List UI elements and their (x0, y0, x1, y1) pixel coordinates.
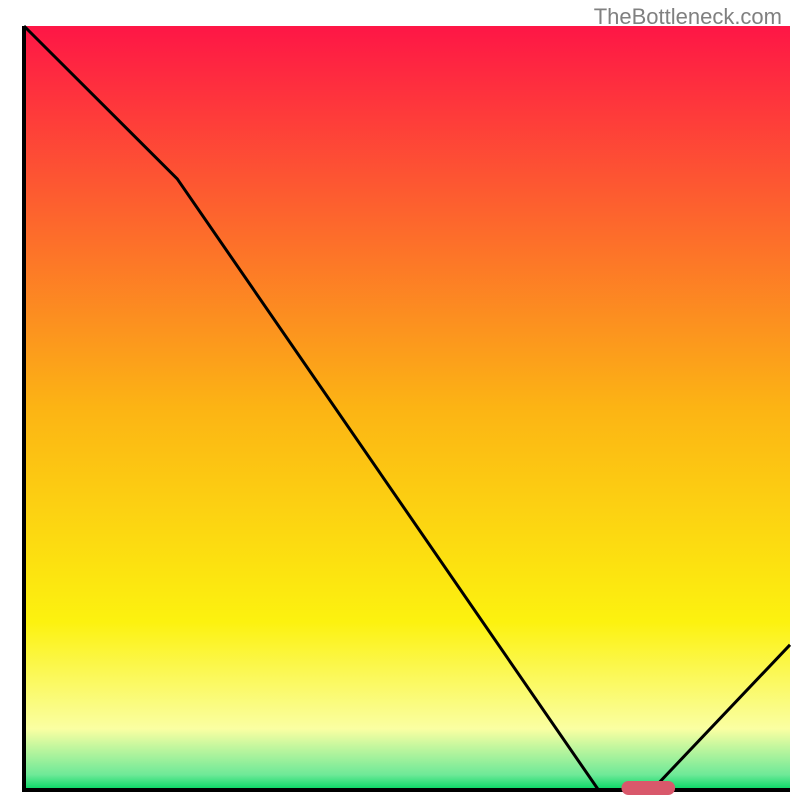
chart-svg (0, 0, 800, 800)
optimal-marker (621, 781, 675, 795)
watermark-text: TheBottleneck.com (594, 4, 782, 30)
bottleneck-chart (0, 0, 800, 800)
